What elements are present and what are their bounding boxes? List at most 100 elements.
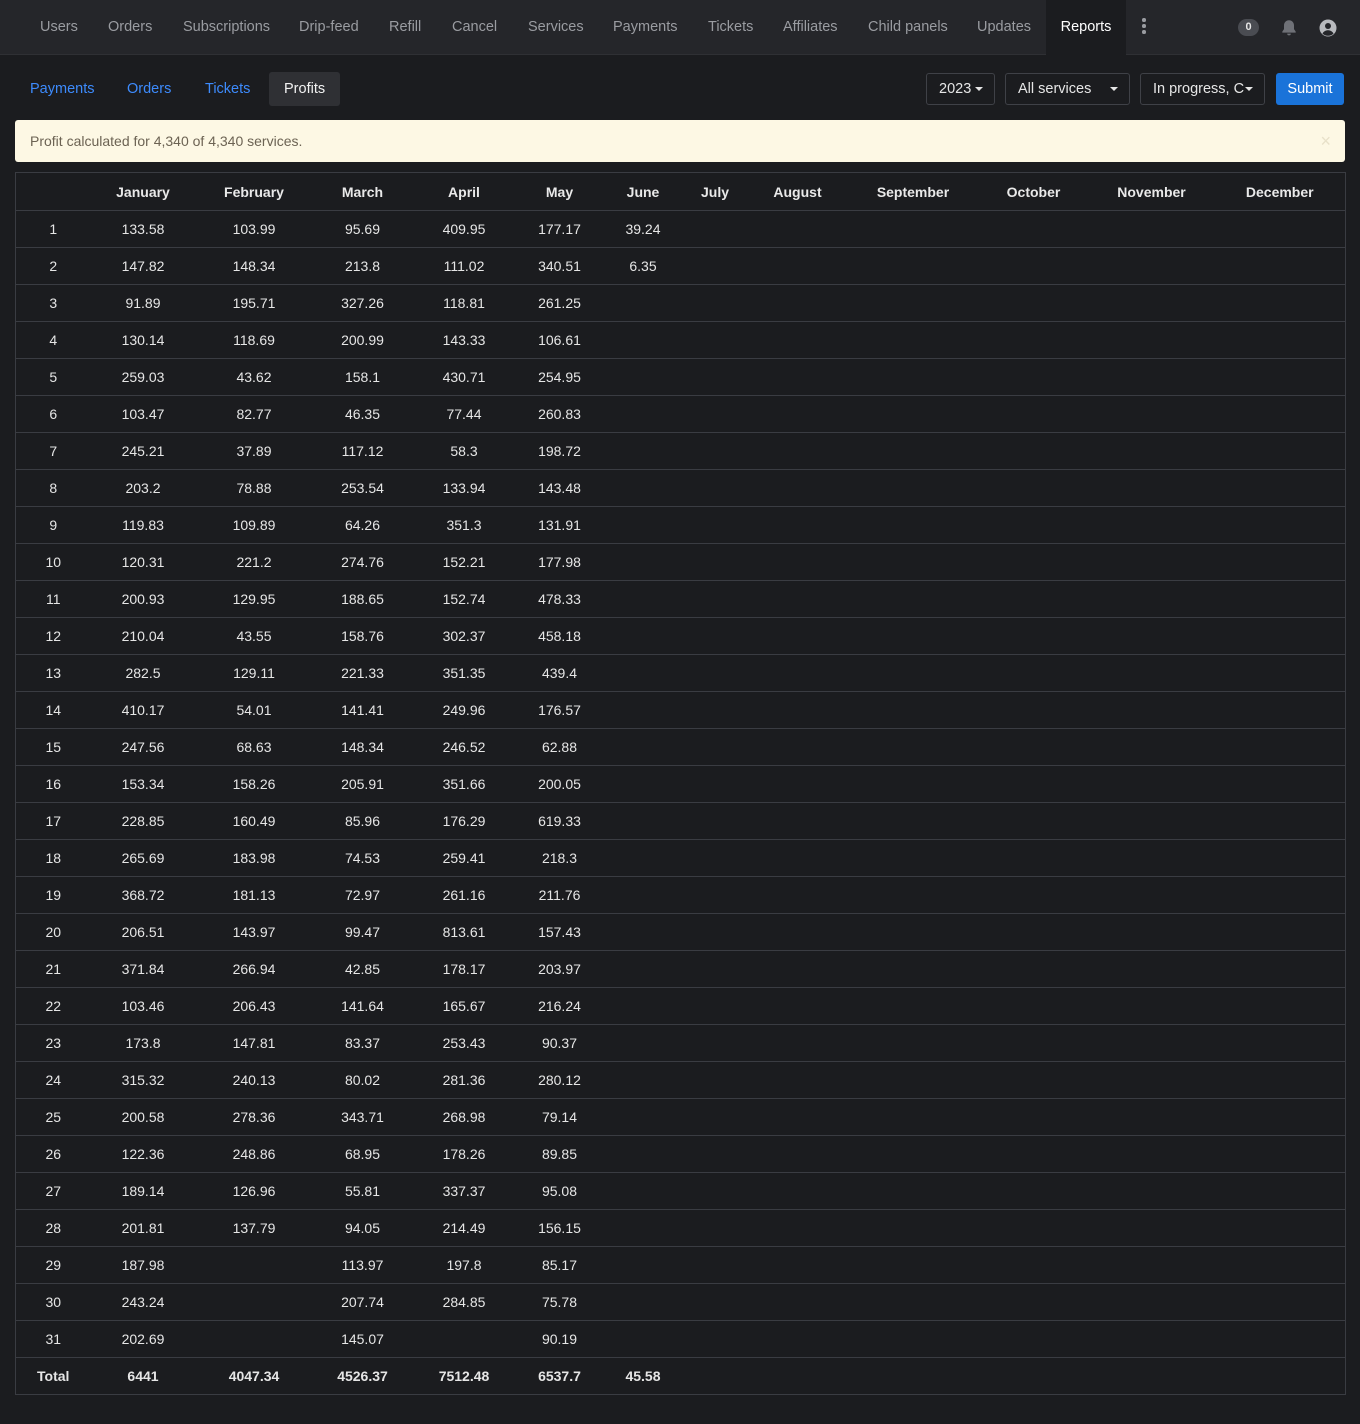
profit-cell [603,321,683,359]
header-month: February [195,172,313,211]
profit-cell [1214,321,1346,359]
table-row: 2 147.82 148.34 213.8 111.02 340.51 6.35 [15,247,1346,285]
bell-icon[interactable] [1281,19,1297,37]
profit-cell [847,913,979,951]
table-row: 4 130.14 118.69 200.99 143.33 106.61 [15,321,1346,359]
profit-cell [978,950,1089,988]
profit-cell [1088,247,1215,285]
header-month: November [1088,172,1215,211]
profit-cell: 133.94 [412,469,516,507]
profit-cell [1214,1024,1346,1062]
nav-tickets[interactable]: Tickets [708,0,753,55]
nav-updates[interactable]: Updates [977,0,1031,55]
more-menu-icon[interactable] [1141,18,1147,36]
nav-reports[interactable]: Reports [1046,0,1126,55]
profit-cell: 266.94 [195,950,313,988]
nav-refill[interactable]: Refill [389,0,421,55]
profit-cell [1088,1320,1215,1358]
profit-cell: 148.34 [195,247,313,285]
tab-profits[interactable]: Profits [269,72,341,106]
nav-drip-feed[interactable]: Drip-feed [299,0,359,55]
profit-cell: 189.14 [90,1172,196,1210]
profit-cell [195,1283,313,1321]
nav-services[interactable]: Services [528,0,584,55]
year-select-value: 2023 [939,81,972,97]
profit-cell: 148.34 [312,728,413,766]
profit-cell: 216.24 [515,987,604,1025]
profit-cell: 109.89 [195,506,313,544]
nav-users[interactable]: Users [40,0,78,55]
user-account-icon[interactable] [1319,19,1337,37]
profit-cell: 118.69 [195,321,313,359]
profit-cell: 207.74 [312,1283,413,1321]
profit-cell [1214,1283,1346,1321]
nav-subscriptions[interactable]: Subscriptions [183,0,270,55]
profit-cell [1214,247,1346,285]
profit-cell: 95.69 [312,210,413,248]
table-row: 1 133.58 103.99 95.69 409.95 177.17 39.24 [15,210,1346,248]
status-select[interactable]: In progress, C [1140,73,1265,105]
profit-cell [847,284,979,322]
profit-cell [978,247,1089,285]
profit-cell [978,395,1089,433]
profit-cell [978,1357,1089,1395]
services-select[interactable]: All services [1005,73,1130,105]
profit-cell: 253.54 [312,469,413,507]
nav-payments[interactable]: Payments [613,0,677,55]
profit-cell: 202.69 [90,1320,196,1358]
profit-cell [682,691,748,729]
day-cell: 17 [15,802,91,840]
profit-cell: 211.76 [515,876,604,914]
day-cell: 12 [15,617,91,655]
close-icon[interactable]: × [1320,120,1331,162]
profit-cell [747,580,848,618]
profit-cell [847,987,979,1025]
day-cell: 18 [15,839,91,877]
profit-cell [747,1024,848,1062]
profit-cell [847,1061,979,1099]
profit-cell [1088,839,1215,877]
profit-cell [603,1061,683,1099]
profit-cell: 79.14 [515,1098,604,1136]
profit-cell: 274.76 [312,543,413,581]
notification-count-badge[interactable]: 0 [1238,19,1259,36]
nav-orders[interactable]: Orders [108,0,152,55]
profit-cell [1088,1357,1215,1395]
profit-cell: 261.25 [515,284,604,322]
submit-button[interactable]: Submit [1276,73,1344,105]
profit-cell [747,1135,848,1173]
profit-cell [603,765,683,803]
table-row: 15 247.56 68.63 148.34 246.52 62.88 [15,728,1346,766]
year-select[interactable]: 2023 [926,73,995,105]
tab-payments[interactable]: Payments [15,72,109,106]
profit-cell [195,1246,313,1284]
profit-cell [1088,1172,1215,1210]
profit-cell [1214,469,1346,507]
profit-cell: 478.33 [515,580,604,618]
profit-cell [747,210,848,248]
header-month: June [603,172,683,211]
profit-cell [747,1098,848,1136]
profit-cell: 439.4 [515,654,604,692]
nav-affiliates[interactable]: Affiliates [783,0,838,55]
profit-cell [1088,321,1215,359]
nav-child-panels[interactable]: Child panels [868,0,948,55]
profit-cell [978,506,1089,544]
tab-tickets[interactable]: Tickets [190,72,265,106]
profit-cell [682,802,748,840]
chevron-down-icon [1245,87,1253,91]
profit-cell [1214,913,1346,951]
profit-cell [978,691,1089,729]
total-label: Total [15,1357,91,1395]
profit-cell [1088,1061,1215,1099]
nav-cancel[interactable]: Cancel [452,0,497,55]
profit-cell: 327.26 [312,284,413,322]
day-cell: 4 [15,321,91,359]
profit-cell [747,432,848,470]
day-cell: 19 [15,876,91,914]
tab-orders[interactable]: Orders [112,72,186,106]
profit-cell: 371.84 [90,950,196,988]
profit-cell: 129.11 [195,654,313,692]
profit-cell [1214,1135,1346,1173]
profit-cell: 249.96 [412,691,516,729]
